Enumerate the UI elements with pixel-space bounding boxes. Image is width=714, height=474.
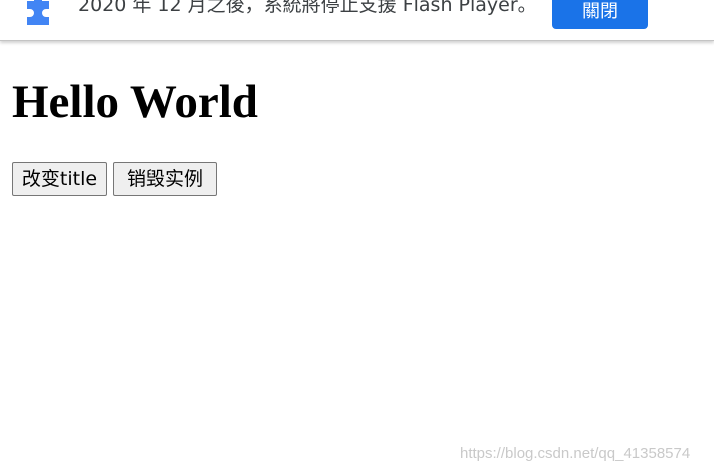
puzzle-piece-icon bbox=[22, 0, 56, 26]
flash-deprecation-infobar: 2020 年 12 月之後，系統將停止支援 Flash Player。 關閉 bbox=[0, 0, 714, 41]
watermark-text: https://blog.csdn.net/qq_41358574 bbox=[460, 445, 691, 462]
destroy-instance-button[interactable]: 销毁实例 bbox=[113, 162, 217, 196]
infobar-message: 2020 年 12 月之後，系統將停止支援 Flash Player。 bbox=[78, 0, 537, 16]
change-title-button[interactable]: 改变title bbox=[12, 162, 107, 196]
page-heading: Hello World bbox=[12, 76, 258, 128]
infobar-close-button[interactable]: 關閉 bbox=[552, 0, 648, 29]
